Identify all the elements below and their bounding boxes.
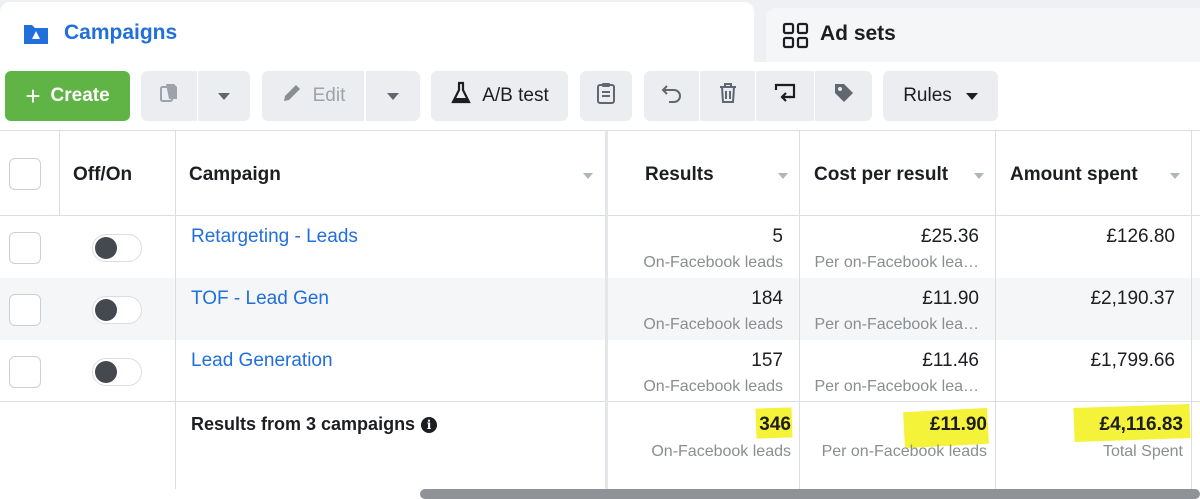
cost-subtext: Per on-Facebook lea… bbox=[814, 316, 979, 333]
column-divider bbox=[175, 130, 176, 489]
info-icon[interactable]: i bbox=[421, 417, 438, 433]
header-campaign[interactable]: Campaign bbox=[189, 164, 281, 186]
toggle-knob bbox=[95, 299, 117, 321]
cost-value: £11.46 bbox=[922, 350, 979, 371]
create-button-label: Create bbox=[50, 85, 110, 106]
caret-down-icon bbox=[218, 92, 230, 100]
results-subtext: On-Facebook leads bbox=[643, 378, 783, 395]
edit-dropdown-button[interactable] bbox=[366, 71, 420, 121]
duplicate-button[interactable] bbox=[141, 71, 197, 121]
rules-button-label: Rules bbox=[903, 85, 952, 106]
results-value: 5 bbox=[772, 226, 783, 247]
header-cost-per-result[interactable]: Cost per result bbox=[814, 164, 948, 186]
duplicate-icon bbox=[157, 81, 181, 111]
undo-icon bbox=[661, 82, 683, 110]
toggle-knob bbox=[95, 237, 117, 259]
totals-results-subtext: On-Facebook leads bbox=[651, 443, 791, 460]
totals-results-value: 346 bbox=[759, 414, 791, 435]
delete-button[interactable] bbox=[700, 71, 755, 121]
cost-subtext: Per on-Facebook lea… bbox=[814, 254, 979, 271]
campaign-name-link[interactable]: Retargeting - Leads bbox=[191, 226, 358, 248]
table-header-row: Off/On Campaign Results Cost per result … bbox=[0, 130, 1200, 216]
header-results[interactable]: Results bbox=[645, 164, 714, 186]
horizontal-scrollbar[interactable] bbox=[420, 489, 1200, 499]
rules-button[interactable]: Rules bbox=[883, 71, 998, 121]
tab-campaigns-label: Campaigns bbox=[64, 21, 178, 44]
trash-icon bbox=[718, 82, 738, 110]
column-divider bbox=[605, 130, 608, 489]
cost-subtext: Per on-Facebook lea… bbox=[814, 378, 979, 395]
tab-campaigns[interactable]: Campaigns bbox=[0, 2, 754, 62]
spent-value: £2,190.37 bbox=[1090, 288, 1175, 309]
ab-test-button-label: A/B test bbox=[482, 85, 549, 106]
sort-caret-icon[interactable] bbox=[583, 173, 593, 179]
grid-icon bbox=[782, 22, 810, 50]
sort-caret-icon[interactable] bbox=[778, 173, 788, 179]
cost-value: £25.36 bbox=[920, 226, 979, 247]
flask-icon bbox=[450, 81, 472, 111]
totals-spent-subtext: Total Spent bbox=[1102, 443, 1183, 460]
table-row: Retargeting - Leads 5 On-Facebook leads … bbox=[0, 216, 1200, 278]
pencil-icon bbox=[281, 82, 303, 110]
column-divider bbox=[799, 130, 800, 489]
edit-button-label: Edit bbox=[312, 85, 346, 106]
create-button[interactable]: + Create bbox=[5, 71, 130, 121]
select-all-checkbox[interactable] bbox=[9, 158, 41, 190]
caret-down-icon bbox=[965, 92, 978, 100]
results-subtext: On-Facebook leads bbox=[643, 254, 783, 271]
spent-value: £1,799.66 bbox=[1090, 350, 1175, 371]
export-button[interactable] bbox=[756, 71, 814, 121]
sort-caret-icon[interactable] bbox=[974, 173, 984, 179]
campaign-name-link[interactable]: Lead Generation bbox=[191, 350, 333, 372]
campaign-toggle[interactable] bbox=[92, 234, 142, 262]
report-button[interactable] bbox=[580, 71, 632, 121]
tag-icon bbox=[833, 82, 855, 110]
totals-cost-subtext: Per on-Facebook leads bbox=[821, 443, 987, 460]
undo-button[interactable] bbox=[644, 71, 699, 121]
sort-caret-icon[interactable] bbox=[1170, 173, 1180, 179]
clipboard-icon bbox=[596, 81, 616, 111]
column-divider bbox=[995, 130, 996, 489]
table-row: TOF - Lead Gen 184 On-Facebook leads £11… bbox=[0, 278, 1200, 340]
totals-label: Results from 3 campaigns i bbox=[191, 414, 438, 435]
ab-test-button[interactable]: A/B test bbox=[431, 71, 568, 121]
toolbar: + Create Edit A/B test Rules bbox=[0, 62, 1200, 130]
results-value: 157 bbox=[751, 350, 783, 371]
header-toggle: Off/On bbox=[73, 164, 133, 185]
row-checkbox[interactable] bbox=[9, 232, 41, 264]
folder-icon bbox=[22, 20, 50, 48]
row-checkbox[interactable] bbox=[9, 356, 41, 388]
campaigns-table: Off/On Campaign Results Cost per result … bbox=[0, 130, 1200, 499]
tag-button[interactable] bbox=[815, 71, 872, 121]
export-icon bbox=[773, 82, 797, 110]
totals-cost-value: £11.90 bbox=[929, 414, 987, 435]
campaign-toggle[interactable] bbox=[92, 296, 142, 324]
campaign-name-link[interactable]: TOF - Lead Gen bbox=[191, 288, 329, 310]
plus-icon: + bbox=[25, 81, 41, 111]
totals-label-text: Results from 3 campaigns bbox=[191, 414, 416, 434]
cost-value: £11.90 bbox=[922, 288, 979, 309]
caret-down-icon bbox=[387, 92, 399, 100]
column-divider bbox=[1191, 130, 1192, 489]
spent-value: £126.80 bbox=[1106, 226, 1175, 247]
results-value: 184 bbox=[751, 288, 783, 309]
toggle-knob bbox=[95, 361, 117, 383]
tab-ad-sets-label: Ad sets bbox=[820, 22, 896, 45]
campaign-toggle[interactable] bbox=[92, 358, 142, 386]
tab-bar: Campaigns Ad sets bbox=[0, 0, 1200, 62]
results-subtext: On-Facebook leads bbox=[643, 316, 783, 333]
edit-button[interactable]: Edit bbox=[262, 71, 364, 121]
duplicate-dropdown-button[interactable] bbox=[198, 71, 250, 121]
header-amount-spent[interactable]: Amount spent bbox=[1010, 164, 1138, 186]
totals-spent-value: £4,116.83 bbox=[1099, 414, 1183, 435]
table-row: Lead Generation 157 On-Facebook leads £1… bbox=[0, 340, 1200, 402]
row-checkbox[interactable] bbox=[9, 294, 41, 326]
column-divider bbox=[59, 130, 60, 216]
